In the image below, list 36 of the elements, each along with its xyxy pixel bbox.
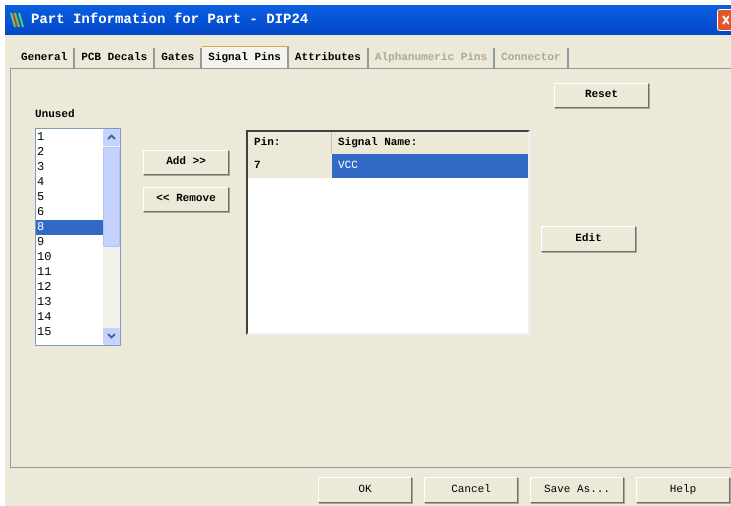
add-button[interactable]: Add >> — [143, 150, 229, 175]
list-item[interactable]: 15 — [36, 324, 103, 340]
app-logo-icon — [9, 11, 27, 29]
unused-label: Unused — [35, 108, 76, 123]
list-item[interactable]: 4 — [36, 174, 103, 190]
list-item[interactable]: 5 — [36, 190, 103, 204]
close-icon — [720, 15, 728, 25]
column-header[interactable]: Signal Name: — [332, 132, 528, 154]
list-item[interactable]: 1 — [36, 130, 103, 144]
list-item[interactable]: 3 — [36, 160, 103, 174]
footer-button[interactable]: Cancel — [424, 477, 518, 503]
scroll-thumb[interactable] — [103, 146, 120, 246]
list-item[interactable]: 14 — [36, 310, 103, 324]
tab[interactable]: Signal Pins — [202, 46, 289, 69]
list-item[interactable]: 2 — [36, 144, 103, 160]
window-title: Part Information for Part - DIP24 — [31, 10, 308, 30]
list-item[interactable]: 13 — [36, 294, 103, 310]
edit-button[interactable]: Edit — [541, 226, 636, 252]
list-item[interactable]: 9 — [36, 234, 103, 250]
scrollbar[interactable] — [103, 128, 120, 344]
list-item[interactable]: 8 — [36, 220, 103, 234]
footer-button[interactable]: Help — [636, 477, 730, 503]
list-item[interactable]: 11 — [36, 264, 103, 280]
list-item[interactable]: 6 — [36, 204, 103, 220]
table-cell: 7 — [248, 154, 332, 178]
scroll-down-icon[interactable] — [103, 328, 120, 344]
close-button[interactable] — [717, 9, 731, 31]
list-item[interactable]: 10 — [36, 250, 103, 264]
table-cell[interactable]: VCC — [332, 154, 528, 178]
footer-button[interactable]: Save As... — [530, 477, 624, 503]
footer-button[interactable]: OK — [318, 477, 412, 503]
unused-listbox[interactable]: 1 2 3 4 5 6 8 9 10 11 12 13 14 15 — [35, 128, 121, 346]
scroll-up-icon[interactable] — [103, 128, 120, 146]
list-item[interactable]: 12 — [36, 280, 103, 294]
remove-button[interactable]: << Remove — [143, 187, 229, 212]
reset-button[interactable]: Reset — [554, 83, 649, 108]
